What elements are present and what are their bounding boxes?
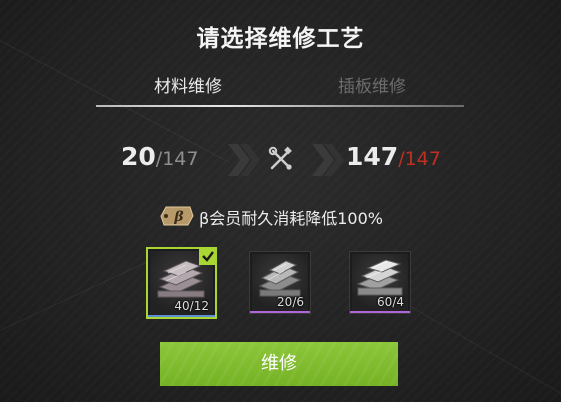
tab-material-repair[interactable]: 材料维修 [96, 70, 280, 106]
repaired-durability: 147/147 [346, 142, 441, 171]
beta-badge-letter: β [173, 209, 184, 225]
material-slot-2[interactable]: 20/6 [249, 251, 311, 314]
background-line [399, 300, 561, 401]
repaired-durability-max: /147 [398, 148, 441, 170]
background-line [379, 0, 561, 1]
arrow-right-icon [228, 144, 260, 176]
current-durability-value: 20 [121, 142, 156, 171]
beta-member-badge-icon: β [160, 206, 194, 226]
material-quantity: 20/6 [277, 295, 304, 309]
durability-row: 20/147 147/147 [0, 140, 561, 180]
rarity-bar [148, 315, 215, 317]
current-durability: 20/147 [121, 142, 198, 171]
current-durability-max: /147 [155, 148, 199, 170]
selected-check-icon [199, 247, 217, 265]
vip-bonus-text: β会员耐久消耗降低100% [199, 209, 383, 228]
material-slot-3[interactable]: 60/4 [349, 251, 411, 314]
arrow-right-icon [312, 144, 344, 176]
repair-button-label: 维修 [261, 353, 297, 374]
rarity-bar [350, 311, 410, 313]
dialog-title: 请选择维修工艺 [196, 26, 365, 52]
tab-plate-repair[interactable]: 插板维修 [280, 70, 464, 106]
tab-underline [96, 105, 464, 107]
repair-tools-icon [268, 146, 292, 170]
material-quantity: 40/12 [174, 299, 209, 313]
vip-bonus: β β会员耐久消耗降低100% [0, 205, 561, 228]
repair-button[interactable]: 维修 [160, 342, 398, 386]
material-slot-1[interactable]: 40/12 [146, 247, 217, 319]
repair-dialog: 请选择维修工艺 材料维修 插板维修 20/147 147/147 β β会员耐久… [0, 0, 561, 402]
metal-bars-icon [258, 260, 302, 297]
repair-method-tabs: 材料维修 插板维修 [96, 70, 464, 107]
material-quantity: 60/4 [377, 295, 404, 309]
repaired-durability-value: 147 [346, 142, 399, 171]
metal-bars-icon [356, 259, 403, 296]
rarity-bar [250, 311, 310, 313]
